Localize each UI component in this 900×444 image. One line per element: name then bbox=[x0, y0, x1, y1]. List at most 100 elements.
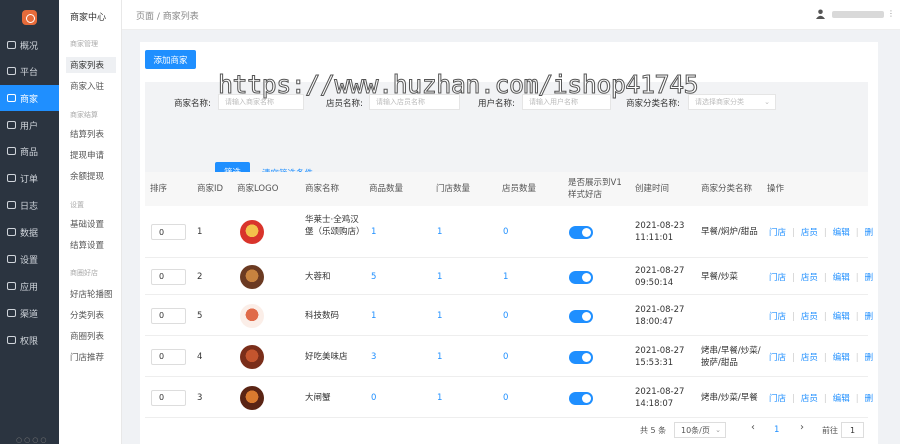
edit-link[interactable]: 编辑 bbox=[833, 273, 850, 283]
clerk-count[interactable]: 1 bbox=[503, 271, 508, 283]
delete-link[interactable]: 删 bbox=[865, 394, 874, 404]
clerk-count[interactable]: 0 bbox=[503, 392, 508, 404]
th-show-v1: 是否展示到V1样式好店 bbox=[568, 178, 622, 200]
user-name-masked[interactable] bbox=[832, 11, 884, 18]
table-header: 排序 商家ID 商家LOGO 商家名称 商品数量 门店数量 店员数量 是否展示到… bbox=[145, 172, 868, 206]
nav-item-9[interactable]: 应用 bbox=[0, 273, 59, 299]
store-link[interactable]: 门店 bbox=[769, 312, 786, 322]
delete-link[interactable]: 删 bbox=[865, 228, 874, 238]
shop-count[interactable]: 1 bbox=[437, 351, 442, 363]
show-v1-toggle[interactable] bbox=[569, 350, 593, 364]
nav-item-6[interactable]: 日志 bbox=[0, 192, 59, 218]
sub-item-settlement-list[interactable]: 结算列表 bbox=[66, 126, 116, 142]
sub-item-settlement-settings[interactable]: 结算设置 bbox=[66, 237, 116, 253]
nav-item-0[interactable]: 概况 bbox=[0, 32, 59, 58]
edit-link[interactable]: 编辑 bbox=[833, 312, 850, 322]
nav-item-7[interactable]: 数据 bbox=[0, 219, 59, 245]
page-size-select[interactable]: 10条/页 ⌄ bbox=[674, 422, 726, 438]
store-link[interactable]: 门店 bbox=[769, 228, 786, 238]
store-logo-image bbox=[240, 220, 264, 244]
store-link[interactable]: 门店 bbox=[769, 353, 786, 363]
sub-item-withdraw-apply[interactable]: 提现申请 bbox=[66, 147, 116, 163]
th-clerk-count: 店员数量 bbox=[502, 184, 537, 194]
store-link[interactable]: 门店 bbox=[769, 394, 786, 404]
sort-input[interactable]: 0 bbox=[151, 307, 186, 324]
current-page[interactable]: 1 bbox=[774, 425, 779, 435]
delete-link[interactable]: 删 bbox=[865, 273, 874, 283]
nav-item-11[interactable]: 权限 bbox=[0, 327, 59, 353]
show-v1-toggle[interactable] bbox=[569, 391, 593, 405]
user-menu-caret-icon[interactable]: ⋮ bbox=[887, 9, 895, 18]
sort-input[interactable]: 0 bbox=[151, 224, 186, 240]
main-panel: 添加商家 商家名称: 请输入商家名称 店员名称: 请输入店员名称 用户名称: 请… bbox=[140, 42, 878, 444]
row-actions: 门店 | 店员 | 编辑 | 删 bbox=[769, 392, 873, 404]
clerk-link[interactable]: 店员 bbox=[801, 312, 818, 322]
store-logo-image bbox=[240, 385, 264, 410]
clerk-link[interactable]: 店员 bbox=[801, 394, 818, 404]
show-v1-toggle[interactable] bbox=[569, 226, 593, 239]
chevron-down-icon: ⌄ bbox=[715, 426, 721, 434]
show-v1-toggle[interactable] bbox=[569, 309, 593, 323]
sub-item-store-list[interactable]: 商家列表 bbox=[66, 57, 116, 73]
clerk-count[interactable]: 0 bbox=[503, 310, 508, 322]
goods-count[interactable]: 3 bbox=[371, 351, 376, 363]
action-divider: | bbox=[823, 393, 827, 404]
shop-count[interactable]: 1 bbox=[437, 310, 442, 322]
goods-count[interactable]: 1 bbox=[371, 226, 376, 238]
sub-sidebar: 商家中心 商家管理 商家列表 商家入驻 商家结算 结算列表 提现申请 余额提现 … bbox=[59, 0, 122, 444]
clerk-count[interactable]: 0 bbox=[503, 226, 508, 238]
data-icon bbox=[7, 228, 16, 236]
sub-item-basic-settings[interactable]: 基础设置 bbox=[66, 216, 116, 232]
th-actions: 操作 bbox=[767, 184, 785, 194]
sub-item-store-recommend[interactable]: 门店推荐 bbox=[66, 349, 116, 365]
clerk-link[interactable]: 店员 bbox=[801, 353, 818, 363]
sub-item-district-list[interactable]: 商圈列表 bbox=[66, 328, 116, 344]
sub-item-banner[interactable]: 好店轮播图 bbox=[66, 286, 116, 302]
shop-count[interactable]: 1 bbox=[437, 271, 442, 283]
group-label-settings: 设置 bbox=[70, 201, 84, 209]
clerk-link[interactable]: 店员 bbox=[801, 228, 818, 238]
clerk-count[interactable]: 0 bbox=[503, 351, 508, 363]
store-id: 5 bbox=[197, 310, 203, 321]
delete-link[interactable]: 删 bbox=[865, 312, 874, 322]
goods-count[interactable]: 0 bbox=[371, 392, 376, 404]
sub-item-store-join[interactable]: 商家入驻 bbox=[66, 78, 116, 94]
created-time: 2021-08-27 14:18:07 bbox=[635, 386, 685, 409]
apps-icon bbox=[7, 282, 16, 290]
topbar: 页面 / 商家列表 ⋮ bbox=[122, 0, 900, 30]
delete-link[interactable]: 删 bbox=[865, 353, 874, 363]
user-avatar-icon[interactable] bbox=[816, 9, 825, 19]
action-divider: | bbox=[823, 311, 827, 322]
nav-item-8[interactable]: 设置 bbox=[0, 246, 59, 272]
nav-item-4[interactable]: 商品 bbox=[0, 138, 59, 164]
nav-item-3[interactable]: 用户 bbox=[0, 112, 59, 138]
shop-count[interactable]: 1 bbox=[437, 226, 442, 238]
store-link[interactable]: 门店 bbox=[769, 273, 786, 283]
goto-page-input[interactable]: 1 bbox=[841, 422, 864, 438]
sort-input[interactable]: 0 bbox=[151, 268, 186, 285]
prev-page-icon[interactable]: ‹ bbox=[751, 422, 755, 433]
clerk-link[interactable]: 店员 bbox=[801, 273, 818, 283]
sort-input[interactable]: 0 bbox=[151, 389, 186, 406]
add-store-button[interactable]: 添加商家 bbox=[145, 50, 196, 69]
nav-item-10[interactable]: 渠道 bbox=[0, 300, 59, 326]
category-select[interactable]: 请选择商家分类 ⌄ bbox=[688, 94, 776, 110]
sub-item-category-list[interactable]: 分类列表 bbox=[66, 307, 116, 323]
next-page-icon[interactable]: › bbox=[800, 422, 804, 433]
sort-input[interactable]: 0 bbox=[151, 348, 186, 365]
shop-count[interactable]: 1 bbox=[437, 392, 442, 404]
nav-item-5[interactable]: 订单 bbox=[0, 165, 59, 191]
nav-item-label: 商家 bbox=[20, 94, 39, 105]
app-logo-icon[interactable] bbox=[22, 10, 37, 25]
edit-link[interactable]: 编辑 bbox=[833, 353, 850, 363]
goods-count[interactable]: 5 bbox=[371, 271, 376, 283]
goods-count[interactable]: 1 bbox=[371, 310, 376, 322]
edit-link[interactable]: 编辑 bbox=[833, 394, 850, 404]
table-row: 0 3 大闸蟹 0 1 0 2021-08-27 14:18:07 烤串/炒菜/早餐 门店 | 店员… bbox=[145, 377, 873, 418]
edit-link[interactable]: 编辑 bbox=[833, 228, 850, 238]
show-v1-toggle[interactable] bbox=[569, 270, 593, 284]
nav-item-1[interactable]: 平台 bbox=[0, 58, 59, 84]
sub-item-balance-withdraw[interactable]: 余额提现 bbox=[66, 168, 116, 184]
th-store-logo: 商家LOGO bbox=[237, 184, 279, 194]
nav-item-2[interactable]: 商家 bbox=[0, 85, 59, 111]
